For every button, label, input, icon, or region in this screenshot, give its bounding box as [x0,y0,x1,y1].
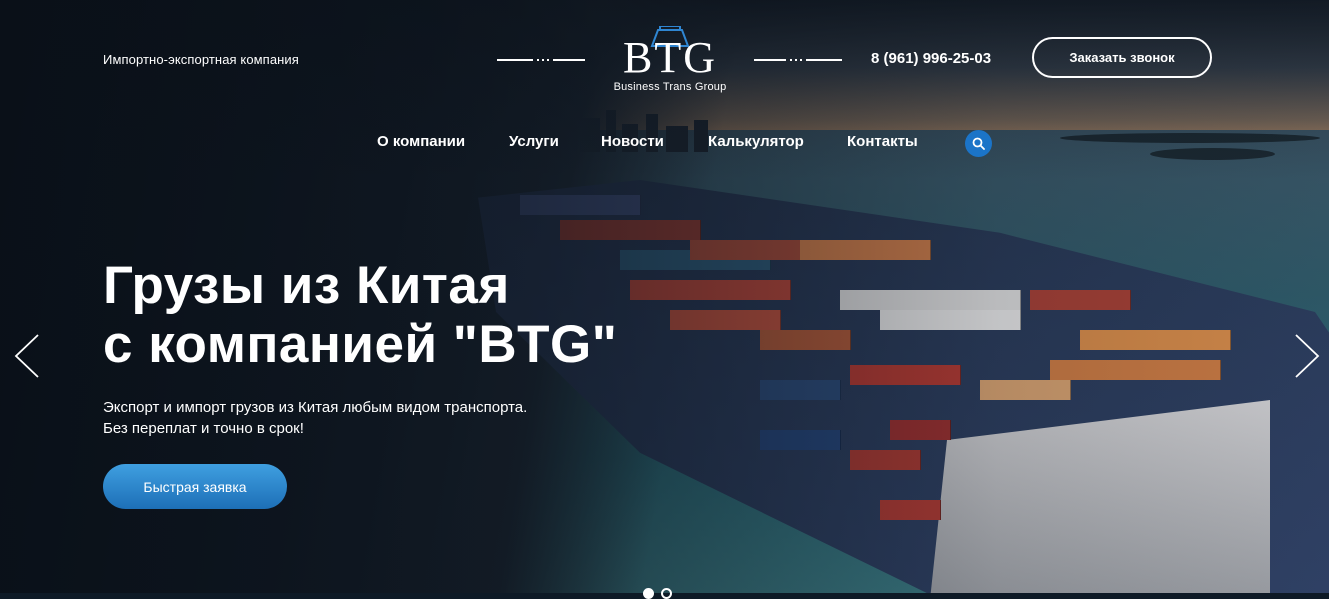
search-button[interactable] [965,130,992,157]
chevron-left-icon [14,334,39,378]
company-tagline: Импортно-экспортная компания [103,52,299,67]
logo-decoration-left [497,59,585,61]
nav-item-contacts[interactable]: Контакты [847,133,918,150]
nav-item-news[interactable]: Новости [601,133,664,150]
slider-dot-active[interactable] [643,588,654,599]
nav-item-about[interactable]: О компании [377,133,465,150]
hero-title-line: с компанией "BTG" [103,315,618,374]
nav-item-services[interactable]: Услуги [509,133,559,150]
logo-subtitle: Business Trans Group [613,81,727,93]
order-call-button[interactable]: Заказать звонок [1032,37,1212,78]
slider-prev-button[interactable] [12,333,42,379]
chevron-right-icon [1295,334,1320,378]
slider-next-button[interactable] [1292,333,1322,379]
hero-title-line: Грузы из Китая [103,256,510,315]
quick-request-button[interactable]: Быстрая заявка [103,464,287,509]
phone-number[interactable]: 8 (961) 996-25-03 [871,50,991,67]
hero-subtitle-line: Экспорт и импорт грузов из Китая любым в… [103,399,528,416]
logo-mark: BTG [623,33,717,82]
btg-logo[interactable]: BTG Business Trans Group [605,26,735,96]
hero-title: Грузы из Китая с компанией "BTG" [103,256,617,374]
hero-subtitle-line: Без переплат и точно в срок! [103,420,304,437]
search-icon [972,137,985,150]
logo-decoration-right [754,59,842,61]
slider-dot[interactable] [661,588,672,599]
hero-subtitle: Экспорт и импорт грузов из Китая любым в… [103,397,527,439]
nav-item-calculator[interactable]: Калькулятор [708,133,804,150]
